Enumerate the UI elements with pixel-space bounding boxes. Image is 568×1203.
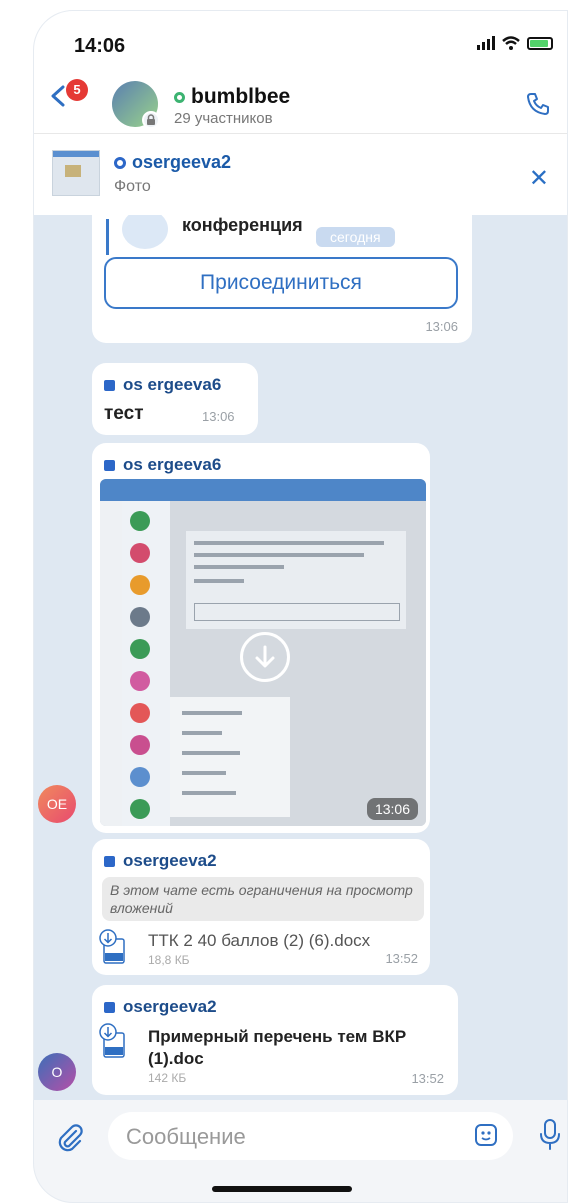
message-sender: os ergeeva6 [104, 375, 221, 395]
file-name-line-2[interactable]: (1).doc [148, 1049, 204, 1069]
group-status-icon [174, 91, 185, 103]
photo-avatar [130, 671, 150, 691]
message-placeholder: Сообщение [126, 1124, 246, 1149]
photo-button [194, 603, 400, 621]
signal-icon [477, 36, 495, 50]
message-sender: osergeeva2 [104, 851, 217, 871]
sticker-icon[interactable] [473, 1122, 499, 1148]
file-message: osergeeva2 Примерный перечень тем ВКР (1… [92, 985, 458, 1095]
text-message: os ergeeva6 тест 13:06 [92, 363, 258, 435]
download-icon[interactable] [240, 632, 290, 682]
photo-chatlist [122, 501, 170, 826]
photo-line [182, 771, 226, 775]
avatar[interactable]: OE [38, 785, 76, 823]
date-pill: сегодня [316, 227, 395, 247]
composer-bar: Сообщение [34, 1100, 567, 1202]
conference-icon [122, 215, 168, 249]
phone-call-icon[interactable] [525, 91, 551, 117]
photo-avatar [130, 703, 150, 723]
status-icons [477, 35, 553, 51]
photo-avatar [130, 735, 150, 755]
photo-main [170, 501, 426, 826]
phone-screen: 14:06 5 bumblbee 29 участников osergeeva… [33, 10, 568, 1203]
message-time: 13:06 [202, 409, 235, 424]
conference-title: конференция [182, 215, 303, 235]
photo-line [194, 565, 284, 569]
photo-line [182, 791, 236, 795]
message-sender: os ergeeva6 [104, 455, 221, 475]
photo-line [194, 541, 384, 545]
conference-message: конференция сегодня Присоединиться 13:06 [92, 215, 472, 343]
file-download-icon[interactable] [98, 1023, 128, 1059]
sender-icon [104, 855, 115, 867]
photo-line [182, 711, 242, 715]
message-time: 13:52 [385, 951, 418, 966]
pinned-message-bar[interactable]: osergeeva2 Фото ✕ [34, 133, 567, 217]
home-indicator[interactable] [212, 1186, 352, 1192]
photo-avatar [130, 543, 150, 563]
file-size: 142 КБ [148, 1071, 187, 1085]
pinned-caption: Фото [114, 178, 151, 195]
file-message: osergeeva2 В этом чате есть ограничения … [92, 839, 430, 975]
photo-line [194, 579, 244, 583]
unread-badge: 5 [66, 79, 88, 101]
photo-menu [170, 697, 290, 817]
message-sender: osergeeva2 [104, 997, 217, 1017]
message-text: тест [104, 403, 144, 424]
photo-avatar [130, 767, 150, 787]
file-download-icon[interactable] [98, 929, 128, 965]
paperclip-icon[interactable] [54, 1122, 86, 1154]
message-input[interactable]: Сообщение [108, 1112, 513, 1160]
microphone-icon[interactable] [538, 1118, 562, 1152]
status-time: 14:06 [74, 35, 126, 57]
photo-sidebar [100, 501, 122, 826]
sender-icon [104, 459, 115, 471]
pinned-thumbnail [52, 150, 100, 196]
file-size: 18,8 КБ [148, 953, 190, 967]
photo-line [182, 731, 222, 735]
restriction-notice: В этом чате есть ограничения на просмотр… [102, 877, 424, 921]
chat-title[interactable]: bumblbee [174, 85, 290, 109]
photo-message: os ergeeva6 13:06 [92, 443, 430, 833]
sender-icon [104, 1001, 115, 1013]
photo-topbar [100, 479, 426, 501]
pinned-sender: osergeeva2 [114, 152, 231, 173]
photo-line [194, 553, 364, 557]
photo-attachment[interactable]: 13:06 [100, 479, 426, 826]
wifi-icon [502, 36, 520, 50]
close-icon[interactable]: ✕ [529, 164, 549, 193]
photo-card [186, 531, 406, 629]
message-time: 13:52 [411, 1071, 444, 1086]
photo-avatar [130, 575, 150, 595]
chat-header: 14:06 5 bumblbee 29 участников [34, 11, 567, 133]
avatar[interactable]: O [38, 1053, 76, 1091]
sender-icon [104, 379, 115, 391]
file-name[interactable]: ТТК 2 40 баллов (2) (6).docx [148, 931, 370, 951]
sender-status-icon [114, 157, 126, 170]
member-count: 29 участников [174, 110, 273, 127]
photo-avatar [130, 511, 150, 531]
photo-time: 13:06 [366, 798, 418, 820]
message-list[interactable]: конференция сегодня Присоединиться 13:06… [34, 215, 567, 1100]
file-name-line-1[interactable]: Примерный перечень тем ВКР [148, 1027, 406, 1047]
photo-avatar [130, 799, 150, 819]
photo-avatar [130, 639, 150, 659]
lock-icon [142, 111, 160, 129]
message-time: 13:06 [425, 319, 458, 334]
photo-avatar [130, 607, 150, 627]
join-button[interactable]: Присоединиться [104, 257, 458, 309]
battery-icon [527, 36, 553, 50]
photo-line [182, 751, 240, 755]
quote-bar [106, 219, 109, 255]
